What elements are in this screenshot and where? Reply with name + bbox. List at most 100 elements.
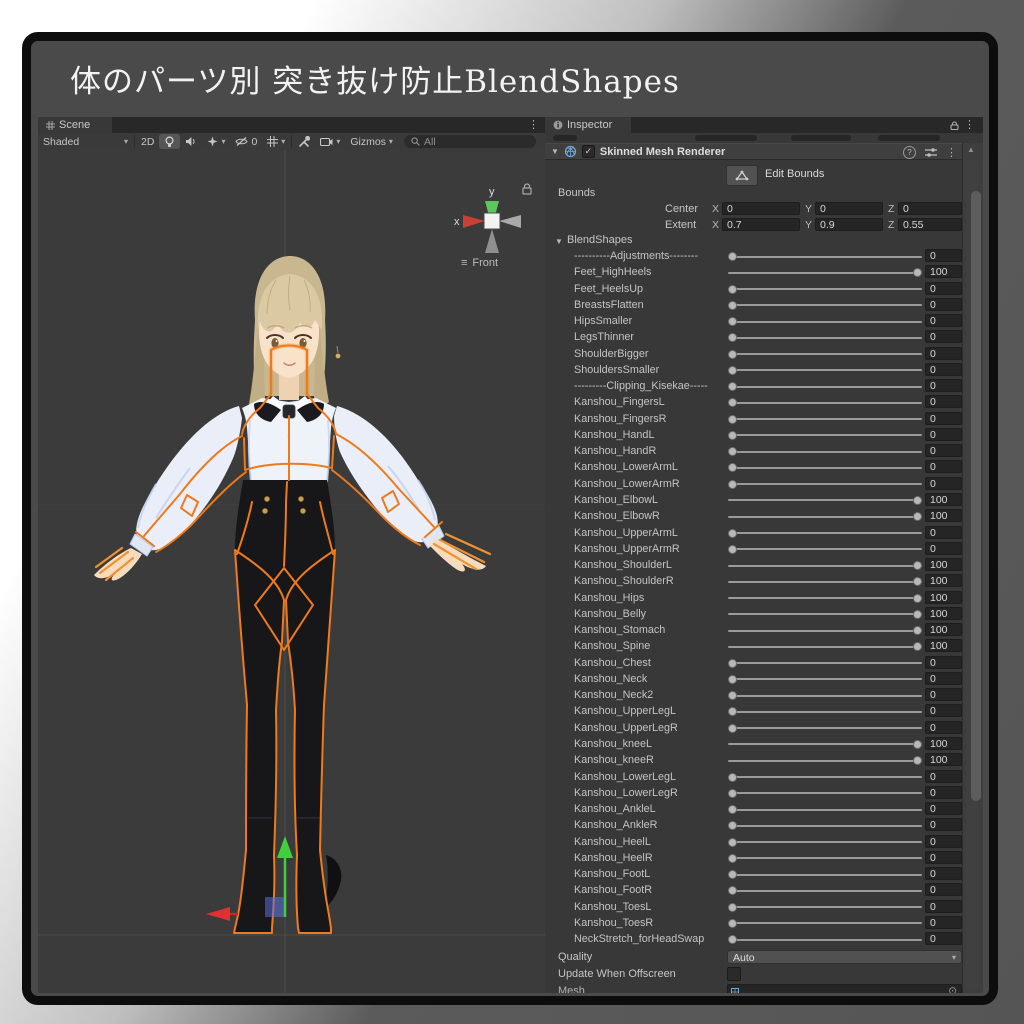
skinned-mesh-renderer-header[interactable]: ▼ ✓ Skinned Mesh Renderer [545, 143, 962, 160]
blendshape-slider-knob[interactable] [728, 545, 737, 554]
blendshape-slider[interactable] [728, 874, 922, 876]
bounds-extent-z-field[interactable]: 0.55 [898, 218, 962, 231]
blendshape-slider-knob[interactable] [913, 594, 922, 603]
blendshape-slider-knob[interactable] [913, 561, 922, 570]
x-axis-cone[interactable] [463, 215, 485, 228]
blendshape-value-field[interactable]: 0 [925, 314, 962, 327]
foldout-icon[interactable]: ▼ [551, 147, 559, 156]
blendshape-slider[interactable] [728, 695, 922, 697]
blendshape-value-field[interactable]: 100 [925, 639, 962, 652]
blendshape-value-field[interactable]: 0 [925, 428, 962, 441]
blendshape-slider[interactable] [728, 288, 922, 290]
blendshape-slider-knob[interactable] [728, 886, 737, 895]
blendshape-slider-knob[interactable] [728, 789, 737, 798]
inspector-menu-icon[interactable]: ⋮ [964, 120, 975, 130]
blendshape-slider[interactable] [728, 857, 922, 859]
blendshape-value-field[interactable]: 0 [925, 835, 962, 848]
blendshape-slider-knob[interactable] [728, 333, 737, 342]
blendshape-slider-knob[interactable] [728, 317, 737, 326]
blendshape-value-field[interactable]: 100 [925, 558, 962, 571]
blendshape-slider-knob[interactable] [728, 350, 737, 359]
preset-icon[interactable] [925, 147, 937, 158]
blendshape-slider[interactable] [728, 565, 922, 567]
blendshape-slider[interactable] [728, 939, 922, 941]
quality-dropdown[interactable]: Auto ▾ [727, 950, 962, 964]
bounds-extent-y-field[interactable]: 0.9 [815, 218, 883, 231]
blendshape-value-field[interactable]: 0 [925, 395, 962, 408]
blendshape-value-field[interactable]: 0 [925, 347, 962, 360]
blendshape-slider-knob[interactable] [728, 870, 737, 879]
blendshape-slider[interactable] [728, 841, 922, 843]
blendshape-slider-knob[interactable] [728, 707, 737, 716]
blendshape-slider-knob[interactable] [728, 805, 737, 814]
lock-icon[interactable] [523, 184, 531, 194]
blendshape-value-field[interactable]: 0 [925, 704, 962, 717]
blendshape-value-field[interactable]: 0 [925, 770, 962, 783]
blendshape-slider[interactable] [728, 792, 922, 794]
blendshape-value-field[interactable]: 0 [925, 249, 962, 262]
blendshape-slider-knob[interactable] [913, 512, 922, 521]
blendshape-slider-knob[interactable] [913, 756, 922, 765]
blendshape-value-field[interactable]: 0 [925, 786, 962, 799]
blendshape-value-field[interactable]: 0 [925, 526, 962, 539]
bounds-extent-x-field[interactable]: 0.7 [722, 218, 800, 231]
grid-visibility-dropdown[interactable]: ▾ [262, 134, 290, 149]
blendshape-slider[interactable] [728, 434, 922, 436]
blendshape-slider[interactable] [728, 760, 922, 762]
blendshape-value-field[interactable]: 0 [925, 851, 962, 864]
component-enabled-checkbox[interactable]: ✓ [582, 145, 595, 158]
blendshape-value-field[interactable]: 100 [925, 509, 962, 522]
blendshape-slider-knob[interactable] [728, 480, 737, 489]
blendshape-value-field[interactable]: 100 [925, 574, 962, 587]
blendshape-slider[interactable] [728, 646, 922, 648]
blendshapes-foldout-icon[interactable]: ▼ [555, 237, 563, 246]
blendshape-slider[interactable] [728, 890, 922, 892]
blendshape-slider-knob[interactable] [728, 821, 737, 830]
blendshape-slider[interactable] [728, 304, 922, 306]
blendshape-slider-knob[interactable] [728, 919, 737, 928]
blendshape-value-field[interactable]: 0 [925, 900, 962, 913]
component-tools-button[interactable] [293, 134, 315, 149]
blendshape-slider[interactable] [728, 743, 922, 745]
blendshape-slider[interactable] [728, 516, 922, 518]
blendshape-slider[interactable] [728, 678, 922, 680]
blendshape-slider[interactable] [728, 597, 922, 599]
blendshape-slider-knob[interactable] [728, 659, 737, 668]
blendshape-slider[interactable] [728, 809, 922, 811]
blendshape-slider[interactable] [728, 711, 922, 713]
object-picker-icon[interactable]: ⊙ [948, 985, 957, 993]
toggle-2d-button[interactable]: 2D [136, 134, 159, 149]
character-model[interactable] [94, 256, 490, 933]
blendshape-value-field[interactable]: 0 [925, 379, 962, 392]
blendshape-slider-knob[interactable] [728, 724, 737, 733]
blendshape-slider-knob[interactable] [728, 285, 737, 294]
blendshape-slider-knob[interactable] [728, 382, 737, 391]
blendshape-value-field[interactable]: 0 [925, 721, 962, 734]
inspector-scrollbar-track[interactable] [966, 159, 979, 991]
effects-dropdown-button[interactable]: ▾ [202, 134, 230, 149]
blendshape-slider[interactable] [728, 418, 922, 420]
blendshape-slider[interactable] [728, 776, 922, 778]
blendshape-slider-knob[interactable] [913, 496, 922, 505]
lock-icon[interactable] [950, 121, 959, 130]
blendshape-slider-knob[interactable] [913, 642, 922, 651]
blendshape-slider-knob[interactable] [728, 366, 737, 375]
blendshape-slider[interactable] [728, 581, 922, 583]
scene-search-input[interactable]: All [404, 135, 536, 148]
blendshape-slider-knob[interactable] [728, 415, 737, 424]
lighting-toggle-button[interactable] [159, 134, 180, 149]
blendshape-slider[interactable] [728, 467, 922, 469]
help-icon[interactable]: ? [903, 146, 916, 159]
scene-visibility-button[interactable]: 0 [230, 134, 262, 149]
blendshape-slider[interactable] [728, 825, 922, 827]
blendshape-slider-knob[interactable] [728, 903, 737, 912]
blendshape-value-field[interactable]: 0 [925, 802, 962, 815]
tab-inspector[interactable]: Inspector [545, 117, 631, 133]
blendshape-slider[interactable] [728, 321, 922, 323]
blendshape-slider[interactable] [728, 483, 922, 485]
blendshape-slider[interactable] [728, 451, 922, 453]
blendshape-slider-knob[interactable] [728, 301, 737, 310]
camera-settings-dropdown[interactable]: ▾ [315, 134, 345, 149]
blendshape-value-field[interactable]: 0 [925, 298, 962, 311]
blendshape-slider[interactable] [728, 532, 922, 534]
